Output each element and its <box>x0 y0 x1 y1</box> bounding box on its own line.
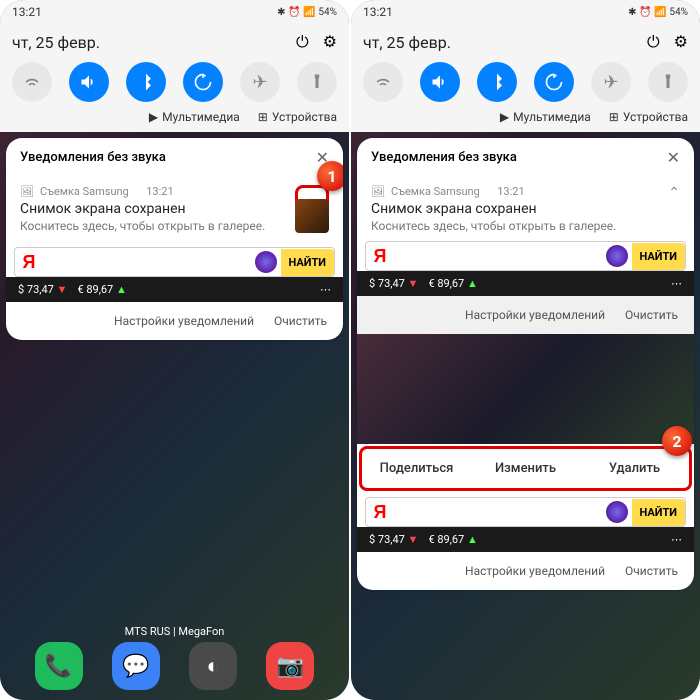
yandex-search[interactable]: Я НАЙТИ <box>14 247 335 277</box>
wifi-toggle[interactable] <box>363 62 403 102</box>
step-badge-1: 1 <box>317 161 343 191</box>
status-icons: ✱ ⏰ 📶54% <box>628 7 688 18</box>
bluetooth-toggle[interactable] <box>126 62 166 102</box>
collapse-chevron-icon[interactable]: ⌃ <box>668 185 680 201</box>
rotate-toggle[interactable] <box>534 62 574 102</box>
alice-icon[interactable] <box>606 501 628 523</box>
more-icon[interactable]: ⋯ <box>320 283 331 296</box>
browser-app-icon[interactable]: ◐ <box>189 642 237 690</box>
clear-button[interactable]: Очистить <box>625 308 678 322</box>
app-icon: 🖼 <box>371 185 385 198</box>
settings-icon[interactable]: ⚙ <box>323 32 337 52</box>
clear-button[interactable]: Очистить <box>274 314 327 328</box>
screenshot-thumbnail[interactable] <box>295 199 329 233</box>
status-time: 13:21 <box>363 5 393 19</box>
yandex-search[interactable]: Я НАЙТИ <box>365 497 686 527</box>
rotate-toggle[interactable] <box>183 62 223 102</box>
notif-body: Коснитесь здесь, чтобы открыть в галерее… <box>371 219 680 233</box>
phone-left: 13:21 ✱ ⏰ 📶54% чт, 25 февр. ⏻ ⚙ ✈ ▶ Муль… <box>0 0 349 700</box>
media-button[interactable]: ▶ Мультимедиа <box>500 110 591 124</box>
notification-card-expanded: Уведомления без звука ✕ 🖼Съемка Samsung … <box>357 138 694 590</box>
sound-toggle[interactable] <box>420 62 460 102</box>
media-button[interactable]: ▶ Мультимедиа <box>149 110 240 124</box>
status-time: 13:21 <box>12 5 42 19</box>
qs-date: чт, 25 февр. <box>12 33 100 52</box>
silent-header: Уведомления без звука <box>20 150 166 165</box>
quick-settings: чт, 25 февр. ⏻ ⚙ ✈ ▶ Мультимедиа ⊞ Устро… <box>351 24 700 132</box>
status-bar: 13:21 ✱ ⏰ 📶54% <box>351 0 700 24</box>
currency-rates[interactable]: $ 73,47 ▼ € 89,67 ▲ ⋯ <box>357 527 694 552</box>
dock: 📞 💬 ◐ 📷 <box>0 642 349 690</box>
notification-actions: Поделиться Изменить Удалить <box>359 446 692 491</box>
notif-settings-button[interactable]: Настройки уведомлений <box>114 314 254 328</box>
qs-date: чт, 25 февр. <box>363 33 451 52</box>
airplane-toggle[interactable]: ✈ <box>240 62 280 102</box>
more-icon[interactable]: ⋯ <box>671 533 682 546</box>
bluetooth-toggle[interactable] <box>477 62 517 102</box>
alice-icon[interactable] <box>255 251 277 273</box>
notif-body: Коснитесь здесь, чтобы открыть в галерее… <box>20 219 329 233</box>
power-icon[interactable]: ⏻ <box>296 32 309 52</box>
search-input[interactable] <box>43 248 251 276</box>
quick-settings: чт, 25 февр. ⏻ ⚙ ✈ ▶ Мультимедиа ⊞ Устро… <box>0 24 349 132</box>
carrier-label: MTS RUS | MegaFon <box>0 625 349 638</box>
flashlight-toggle[interactable] <box>297 62 337 102</box>
settings-icon[interactable]: ⚙ <box>674 32 688 52</box>
notif-title: Снимок экрана сохранен <box>20 201 329 217</box>
search-input[interactable] <box>394 498 602 526</box>
notif-settings-button[interactable]: Настройки уведомлений <box>465 564 605 578</box>
notification-item[interactable]: 🖼Съемка Samsung 13:21 Снимок экрана сохр… <box>357 177 694 241</box>
power-icon[interactable]: ⏻ <box>647 32 660 52</box>
notif-settings-button[interactable]: Настройки уведомлений <box>465 308 605 322</box>
devices-button[interactable]: ⊞ Устройства <box>609 110 688 124</box>
status-icons: ✱ ⏰ 📶54% <box>277 7 337 18</box>
silent-header: Уведомления без звука <box>371 150 517 165</box>
clear-button[interactable]: Очистить <box>625 564 678 578</box>
notification-item[interactable]: 🖼Съемка Samsung 13:21 Снимок экрана сохр… <box>6 177 343 241</box>
find-button[interactable]: НАЙТИ <box>632 499 685 526</box>
share-button[interactable]: Поделиться <box>362 449 471 488</box>
notification-card: Уведомления без звука ✕ 🖼Съемка Samsung … <box>6 138 343 340</box>
phone-app-icon[interactable]: 📞 <box>35 642 83 690</box>
messages-app-icon[interactable]: 💬 <box>112 642 160 690</box>
close-icon[interactable]: ✕ <box>667 148 680 167</box>
sound-toggle[interactable] <box>69 62 109 102</box>
currency-rates[interactable]: $ 73,47 ▼ € 89,67 ▲ ⋯ <box>6 277 343 302</box>
edit-button[interactable]: Изменить <box>471 449 580 488</box>
find-button[interactable]: НАЙТИ <box>281 249 334 276</box>
yandex-logo-icon: Я <box>366 498 394 526</box>
camera-app-icon[interactable]: 📷 <box>266 642 314 690</box>
notif-title: Снимок экрана сохранен <box>371 201 680 217</box>
status-bar: 13:21 ✱ ⏰ 📶54% <box>0 0 349 24</box>
airplane-toggle[interactable]: ✈ <box>591 62 631 102</box>
devices-button[interactable]: ⊞ Устройства <box>258 110 337 124</box>
currency-preview: $ 73,47 ▼ € 89,67 ▲ ⋯ <box>357 271 694 296</box>
wifi-toggle[interactable] <box>12 62 52 102</box>
yandex-search-preview: Я НАЙТИ <box>365 241 686 271</box>
flashlight-toggle[interactable] <box>648 62 688 102</box>
phone-right: 13:21 ✱ ⏰ 📶54% чт, 25 февр. ⏻ ⚙ ✈ ▶ Муль… <box>351 0 700 700</box>
app-icon: 🖼 <box>20 185 34 198</box>
yandex-logo-icon: Я <box>15 248 43 276</box>
screenshot-preview[interactable] <box>357 334 694 444</box>
step-badge-2: 2 <box>662 426 692 456</box>
